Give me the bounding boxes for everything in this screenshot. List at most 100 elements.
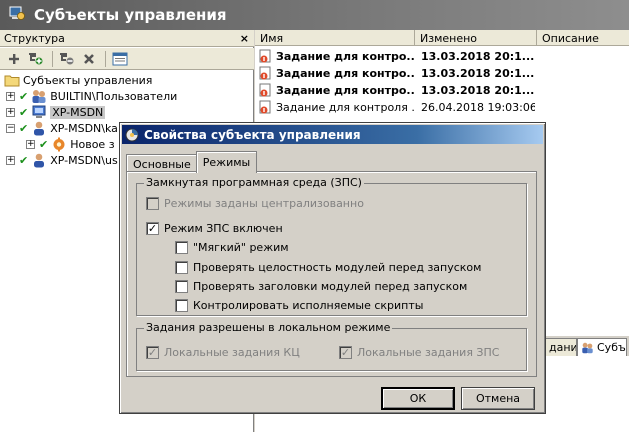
check-icon: ✔ (19, 153, 29, 167)
task-name: Задание для контроля ... (276, 101, 415, 114)
task-icon (259, 83, 273, 98)
delete-icon[interactable] (79, 50, 99, 68)
control-scripts-checkbox[interactable] (175, 299, 188, 312)
tree-item[interactable]: + ✔ BUILTIN\Пользователи (6, 88, 177, 104)
check-icon: ✔ (19, 89, 29, 103)
local-kc-label: Локальные задания КЦ (164, 346, 300, 359)
expand-icon[interactable]: + (6, 91, 15, 101)
local-zps-label: Локальные задания ЗПС (357, 346, 500, 359)
check-icon: ✔ (39, 137, 49, 151)
structure-panel-title: Структура (4, 31, 65, 45)
tree-item[interactable]: − ✔ XP-MSDN\ka (6, 120, 118, 136)
task-name: Задание для контро... (276, 50, 415, 63)
bottom-tab-strip: дания Субъ (545, 336, 629, 356)
control-scripts-label: Контролировать исполняемые скрипты (193, 299, 424, 312)
cancel-button[interactable]: Отмена (461, 387, 535, 410)
tree-item-label: BUILTIN\Пользователи (50, 89, 178, 103)
column-header-modified[interactable]: Изменено (415, 30, 537, 46)
column-header-name[interactable]: Имя (255, 30, 415, 46)
check-headers-option[interactable]: Проверять заголовки модулей перед запуск… (175, 280, 467, 293)
local-kc-option: ✓ Локальные задания КЦ (146, 346, 300, 359)
ok-button[interactable]: ОК (381, 387, 455, 410)
add-icon[interactable] (4, 50, 24, 68)
local-kc-checkbox: ✓ (146, 346, 159, 359)
add-rule-icon[interactable] (26, 50, 46, 68)
column-header-description[interactable]: Описание (537, 30, 629, 46)
table-row[interactable]: Задание для контро... 13.03.2018 20:1... (255, 48, 535, 65)
tree-item-label: Новое з (70, 137, 115, 151)
delete-rule-icon[interactable] (57, 50, 77, 68)
users-icon (31, 89, 47, 104)
users-icon (581, 342, 594, 354)
tree-item[interactable]: Субъекты управления (4, 72, 152, 88)
local-mode-group: Задания разрешены в локальном режиме ✓ Л… (136, 321, 527, 371)
check-icon: ✔ (19, 121, 29, 135)
tree-item-label: Субъекты управления (23, 73, 153, 87)
table-row[interactable]: Задание для контро... 13.03.2018 20:1... (255, 82, 535, 99)
window-titlebar: Субъекты управления (0, 0, 629, 30)
tree-item[interactable]: + ✔ XP-MSDN\us (6, 152, 118, 168)
folder-icon[interactable] (110, 50, 130, 68)
check-integrity-option[interactable]: Проверять целостность модулей перед запу… (175, 261, 481, 274)
soft-mode-label: "Мягкий" режим (193, 241, 289, 254)
centralized-modes-option: Режимы заданы централизованно (146, 197, 364, 210)
structure-panel-header: Структура × (0, 30, 254, 47)
tree-item[interactable]: + ✔ XP-MSDN (6, 104, 106, 120)
task-icon (259, 49, 273, 64)
task-list-header: Имя Изменено Описание (255, 30, 629, 46)
zps-enabled-option[interactable]: ✓ Режим ЗПС включен (146, 222, 283, 235)
structure-toolbar (0, 48, 254, 70)
check-headers-checkbox[interactable] (175, 280, 188, 293)
task-icon (259, 66, 273, 81)
dialog-tabs: Основные Режимы (126, 151, 258, 173)
check-icon: ✔ (19, 105, 29, 119)
tab-subjects-label: Субъ (597, 341, 626, 354)
check-integrity-checkbox[interactable] (175, 261, 188, 274)
gear-icon (51, 137, 67, 152)
dialog-app-icon (125, 128, 139, 142)
toolbar-separator (105, 50, 106, 67)
close-icon[interactable]: × (240, 33, 249, 44)
expand-icon[interactable]: + (6, 155, 15, 165)
tab-tasks[interactable]: дания (545, 338, 577, 356)
soft-mode-checkbox[interactable] (175, 241, 188, 254)
local-zps-checkbox: ✓ (339, 346, 352, 359)
task-modified: 13.03.2018 20:1... (421, 50, 535, 63)
local-mode-group-legend: Задания разрешены в локальном режиме (144, 321, 393, 334)
tree-item-label: XP-MSDN\us (50, 153, 118, 167)
tree-item-label: XP-MSDN\ka (50, 121, 118, 135)
task-modified: 13.03.2018 20:1... (421, 67, 535, 80)
window-title: Субъекты управления (34, 6, 227, 24)
table-row[interactable]: Задание для контро... 13.03.2018 20:1... (255, 65, 535, 82)
centralized-modes-label: Режимы заданы централизованно (164, 197, 364, 210)
soft-mode-option[interactable]: "Мягкий" режим (175, 241, 289, 254)
tree-item[interactable]: + ✔ Новое з (26, 136, 115, 152)
tab-subjects[interactable]: Субъ (577, 338, 627, 356)
expand-icon[interactable]: + (6, 107, 15, 117)
toolbar-separator (52, 50, 53, 67)
table-row[interactable]: Задание для контроля ... 26.04.2018 19:0… (255, 99, 535, 116)
app-icon (9, 5, 25, 25)
collapse-icon[interactable]: − (6, 123, 15, 133)
task-modified: 13.03.2018 20:1... (421, 84, 535, 97)
tab-modes[interactable]: Режимы (195, 151, 258, 173)
expand-icon[interactable]: + (26, 139, 35, 149)
task-name: Задание для контро... (276, 67, 415, 80)
centralized-modes-checkbox (146, 197, 159, 210)
folder-icon (4, 74, 20, 87)
task-icon (259, 100, 273, 115)
zps-enabled-checkbox[interactable]: ✓ (146, 222, 159, 235)
task-modified: 26.04.2018 19:03:06 (421, 101, 535, 114)
zps-group: Замкнутая программная среда (ЗПС) Режимы… (136, 176, 527, 316)
computer-icon (31, 105, 47, 120)
control-scripts-option[interactable]: Контролировать исполняемые скрипты (175, 299, 423, 312)
zps-group-legend: Замкнутая программная среда (ЗПС) (144, 176, 364, 189)
check-integrity-label: Проверять целостность модулей перед запу… (193, 261, 482, 274)
tree-item-label: XP-MSDN (50, 105, 106, 119)
dialog-title: Свойства субъекта управления (144, 127, 361, 142)
dialog-titlebar: Свойства субъекта управления (122, 125, 543, 144)
user-icon (31, 121, 47, 136)
task-name: Задание для контро... (276, 84, 415, 97)
user-icon (31, 153, 47, 168)
local-zps-option: ✓ Локальные задания ЗПС (339, 346, 499, 359)
